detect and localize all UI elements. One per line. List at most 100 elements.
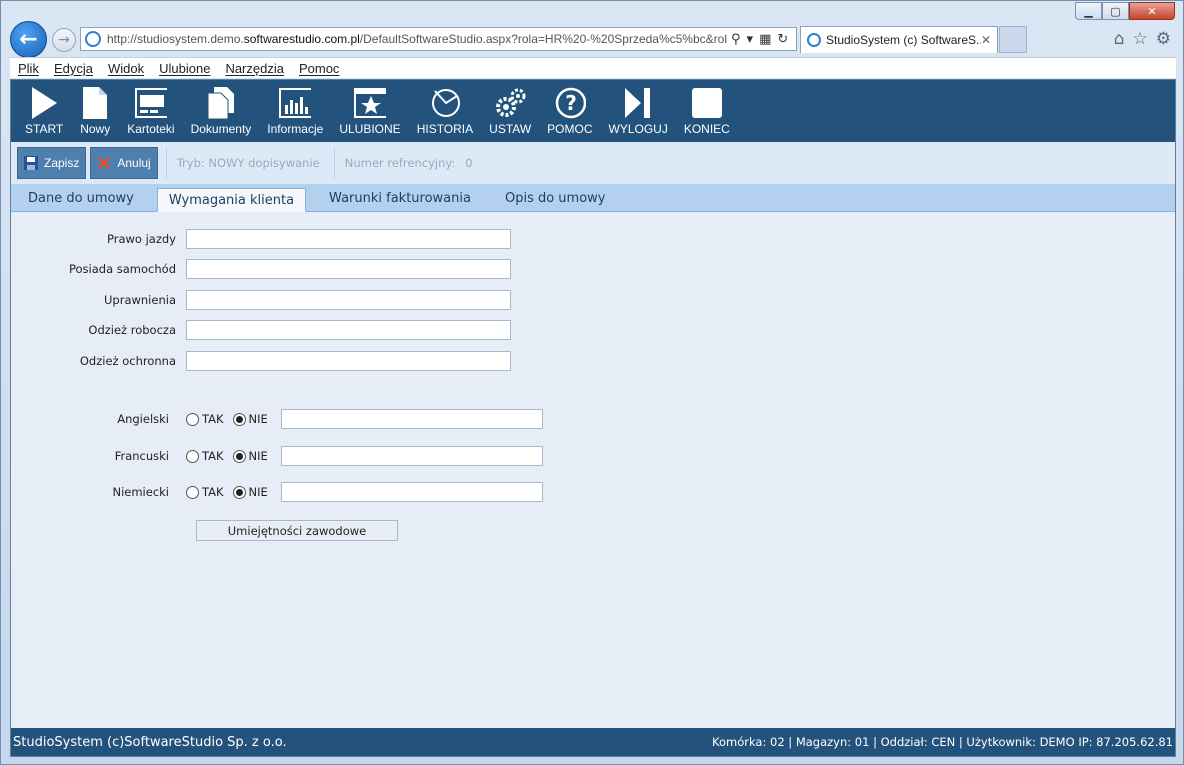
- tab-wymagania-klienta[interactable]: Wymagania klienta: [156, 188, 307, 212]
- language-row-angielski: Angielski TAK NIE: [11, 409, 543, 429]
- angielski-input[interactable]: [280, 409, 543, 429]
- tab-favicon: [807, 33, 821, 47]
- toolbar-koniec[interactable]: KONIEC: [676, 80, 738, 142]
- history-icon: [429, 86, 461, 120]
- home-icon[interactable]: ⌂: [1114, 29, 1125, 49]
- language-label: Angielski: [117, 412, 169, 426]
- toolbar-kartoteki[interactable]: Kartoteki: [119, 80, 182, 142]
- address-bar[interactable]: http://studiosystem.demo.softwarestudio.…: [80, 27, 797, 51]
- stop-icon: [691, 86, 723, 120]
- logout-icon: [622, 86, 654, 120]
- radio-tak[interactable]: [186, 449, 199, 463]
- toolbar-informacje[interactable]: Informacje: [259, 80, 331, 142]
- save-button[interactable]: Zapisz: [17, 147, 87, 179]
- field-row-odziez-ochronna: Odzież ochronna: [11, 351, 511, 371]
- radio-tak[interactable]: [186, 412, 199, 426]
- form-tabs: Dane do umowy Wymagania klienta Warunki …: [11, 184, 1175, 212]
- star-icon: [354, 86, 386, 120]
- app-area: START Nowy Kartoteki Dokumenty Informacj…: [10, 79, 1176, 757]
- field-label: Posiada samochód: [68, 262, 176, 276]
- form-content: Prawo jazdy Posiada samochód Uprawnienia…: [11, 212, 1175, 728]
- menu-item-narzedzia[interactable]: Narzędzia: [225, 61, 284, 76]
- skills-button[interactable]: Umiejętności zawodowe: [196, 520, 398, 541]
- field-row-uprawnienia: Uprawnienia: [11, 290, 511, 310]
- language-row-niemiecki: Niemiecki TAK NIE: [11, 482, 543, 502]
- tab-warunki-fakturowania[interactable]: Warunki fakturowania: [318, 185, 482, 211]
- cancel-x-icon: [98, 156, 111, 170]
- radio-nie[interactable]: [232, 449, 246, 463]
- language-row-francuski: Francuski TAK NIE: [11, 446, 543, 466]
- language-label: Francuski: [114, 449, 169, 463]
- reference-value: 0: [465, 156, 473, 170]
- odziez-robocza-input[interactable]: [186, 320, 511, 340]
- browser-tab[interactable]: StudioSystem (c) SoftwareS... ✕: [800, 26, 998, 53]
- tab-opis-do-umowy[interactable]: Opis do umowy: [494, 185, 617, 211]
- prawo-jazdy-input[interactable]: [186, 229, 511, 249]
- status-session-info: Komórka: 02 | Magazyn: 01 | Oddział: CEN…: [712, 735, 1173, 749]
- status-bar: StudioSystem (c)SoftwareStudio Sp. z o.o…: [11, 728, 1175, 756]
- documents-icon: [205, 86, 237, 120]
- divider: [165, 147, 167, 179]
- toolbar-start[interactable]: START: [17, 80, 71, 142]
- toolbar-historia[interactable]: HISTORIA: [409, 80, 481, 142]
- toolbar-ulubione[interactable]: ULUBIONE: [331, 80, 408, 142]
- close-tab-icon[interactable]: ✕: [981, 33, 997, 47]
- mode-text: Tryb: NOWY dopisywanie: [176, 156, 320, 170]
- radio-tak[interactable]: [186, 485, 199, 499]
- settings-gear-icon[interactable]: ⚙: [1156, 29, 1171, 49]
- toolbar-dokumenty[interactable]: Dokumenty: [183, 80, 260, 142]
- field-row-prawo-jazdy: Prawo jazdy: [11, 229, 511, 249]
- niemiecki-input[interactable]: [280, 482, 543, 502]
- dropdown-arrow-icon[interactable]: ▾: [747, 32, 754, 47]
- search-icon[interactable]: ⚲: [731, 32, 741, 47]
- uprawnienia-input[interactable]: [186, 290, 511, 310]
- gears-icon: [494, 86, 526, 120]
- compatibility-icon[interactable]: ▦: [759, 32, 771, 47]
- field-row-odziez-robocza: Odzież robocza: [11, 320, 511, 340]
- posiada-samochod-input[interactable]: [186, 259, 511, 279]
- minimize-icon[interactable]: ▁: [1075, 2, 1102, 20]
- toolbar-wyloguj[interactable]: WYLOGUJ: [601, 80, 676, 142]
- toolbar-nowy[interactable]: Nowy: [71, 80, 119, 142]
- menu-item-widok[interactable]: Widok: [108, 61, 144, 76]
- browser-window: ▁ ▢ ✕ ← → http://studiosystem.demo.softw…: [0, 0, 1184, 765]
- floppy-disk-icon: [24, 156, 38, 170]
- odziez-ochronna-input[interactable]: [186, 351, 511, 371]
- main-toolbar: START Nowy Kartoteki Dokumenty Informacj…: [11, 80, 1175, 142]
- toolbar-ustaw[interactable]: USTAW: [481, 80, 539, 142]
- field-label: Odzież robocza: [88, 323, 176, 337]
- field-label: Prawo jazdy: [107, 232, 176, 246]
- maximize-icon[interactable]: ▢: [1102, 2, 1129, 20]
- divider: [333, 147, 335, 179]
- svg-text:?: ?: [565, 91, 577, 115]
- back-arrow-icon[interactable]: ←: [10, 21, 47, 58]
- cancel-button[interactable]: Anuluj: [90, 147, 158, 179]
- play-icon: [28, 86, 60, 120]
- window-controls: ▁ ▢ ✕: [1075, 2, 1175, 20]
- status-company: StudioSystem (c)SoftwareStudio Sp. z o.o…: [13, 734, 287, 750]
- new-tab-button[interactable]: [999, 26, 1027, 53]
- action-bar: Zapisz Anuluj Tryb: NOWY dopisywanie Num…: [11, 142, 1175, 184]
- tab-dane-do-umowy[interactable]: Dane do umowy: [17, 185, 145, 211]
- menu-bar: Plik Edycja Widok Ulubione Narzędzia Pom…: [10, 57, 1176, 78]
- field-label: Uprawnienia: [104, 293, 176, 307]
- radio-nie[interactable]: [232, 485, 246, 499]
- close-window-icon[interactable]: ✕: [1129, 2, 1175, 20]
- francuski-input[interactable]: [280, 446, 543, 466]
- menu-item-edycja[interactable]: Edycja: [54, 61, 93, 76]
- new-document-icon: [79, 86, 111, 120]
- reference-label: Numer refrencyjny:: [344, 156, 456, 170]
- menu-item-ulubione[interactable]: Ulubione: [159, 61, 210, 76]
- ie-page-icon: [85, 31, 101, 47]
- forward-arrow-icon[interactable]: →: [52, 28, 76, 52]
- radio-nie[interactable]: [232, 412, 246, 426]
- card-index-icon: [134, 86, 167, 120]
- refresh-icon[interactable]: ↻: [777, 32, 788, 47]
- field-label: Odzież ochronna: [79, 354, 176, 368]
- language-label: Niemiecki: [112, 485, 169, 499]
- toolbar-pomoc[interactable]: ? POMOC: [539, 80, 600, 142]
- address-url[interactable]: http://studiosystem.demo.softwarestudio.…: [107, 32, 727, 46]
- menu-item-plik[interactable]: Plik: [18, 61, 39, 76]
- favorites-star-icon[interactable]: ☆: [1133, 29, 1148, 49]
- menu-item-pomoc[interactable]: Pomoc: [299, 61, 339, 76]
